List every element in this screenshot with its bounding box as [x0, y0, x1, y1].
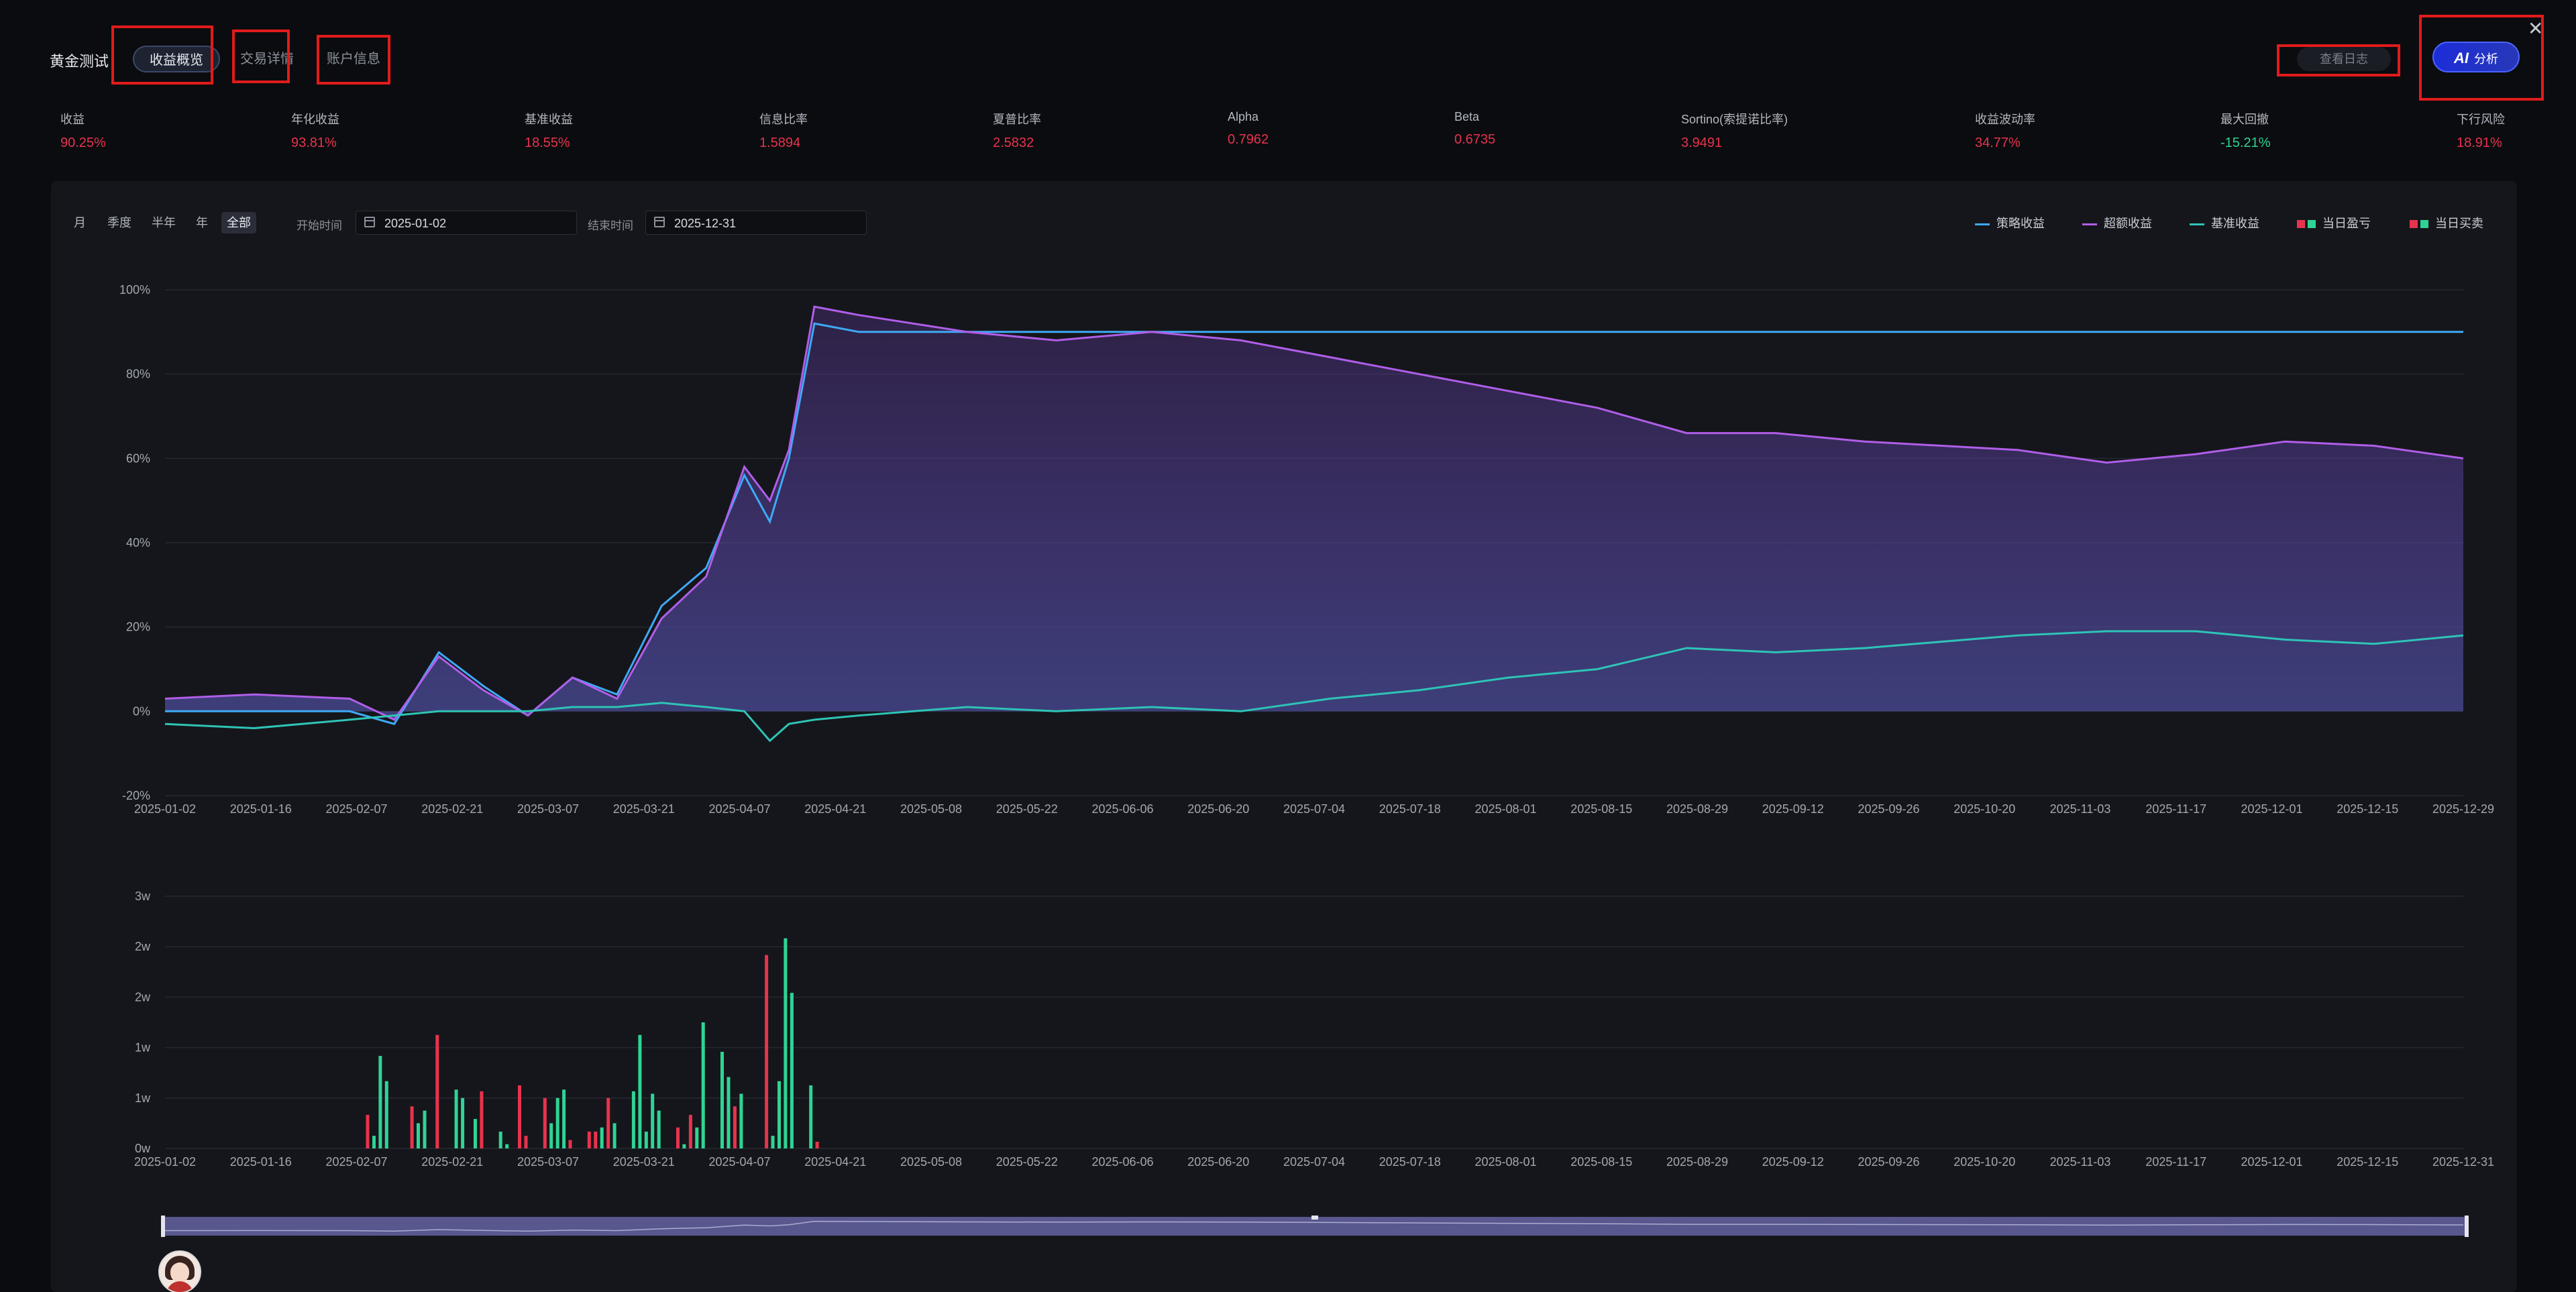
date-zoom-slider[interactable] — [0, 0, 2576, 1292]
app-root: 黄金测试 收益概览 交易详情 账户信息 查看日志 AI 分析 ✕ 收益 90.25… — [0, 0, 2576, 1292]
zoom-handle-right[interactable] — [2465, 1216, 2469, 1237]
zoom-drag-grip[interactable] — [1311, 1216, 1318, 1220]
zoom-slider-selection[interactable] — [161, 1217, 2469, 1236]
zoom-handle-left[interactable] — [161, 1216, 165, 1237]
assistant-avatar[interactable] — [158, 1250, 201, 1292]
avatar-face — [170, 1262, 189, 1283]
avatar-body — [166, 1281, 193, 1292]
